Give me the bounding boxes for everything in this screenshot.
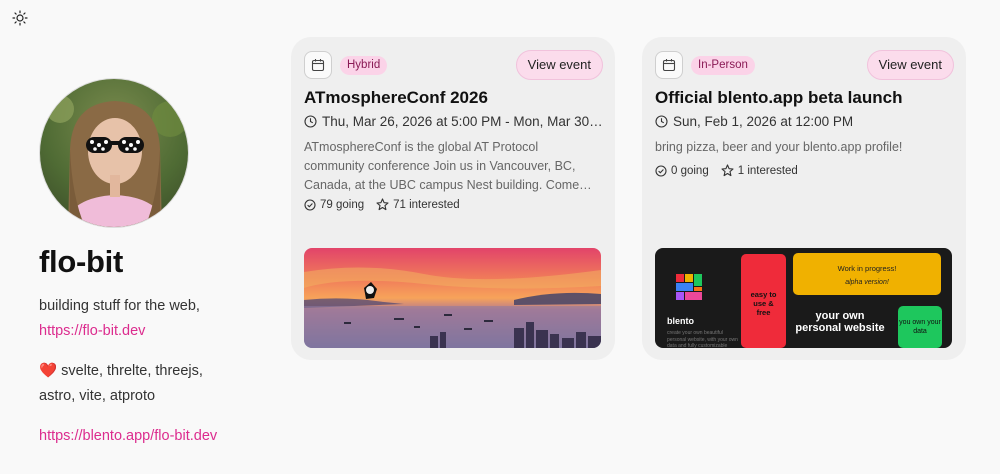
tile-text: use & xyxy=(753,299,774,308)
event-date-row: Sun, Feb 1, 2026 at 12:00 PM xyxy=(655,114,955,129)
website-link[interactable]: https://flo-bit.dev xyxy=(39,323,145,339)
bio-tech-text: svelte, threlte, threejs, astro, vite, a… xyxy=(39,363,203,404)
sun-icon[interactable] xyxy=(12,10,28,26)
interested-label: 71 interested xyxy=(393,198,460,211)
event-cover-image xyxy=(304,248,601,348)
tile-subtitle: alpha version! xyxy=(845,279,889,286)
profile-bio: building stuff for the web, https://flo-… xyxy=(39,294,229,449)
clock-icon xyxy=(304,115,317,128)
star-icon xyxy=(376,198,389,211)
view-event-button[interactable]: View event xyxy=(866,50,954,80)
blento-preview: blento create your own beautiful persona… xyxy=(655,248,952,348)
event-date: Sun, Feb 1, 2026 at 12:00 PM xyxy=(673,114,854,129)
interested-count: 1 interested xyxy=(721,164,798,177)
tile-title: Work in progress! xyxy=(837,264,897,273)
check-circle-icon xyxy=(655,164,667,177)
event-title: ATmosphereConf 2026 xyxy=(304,88,488,107)
star-icon xyxy=(721,164,734,177)
event-type-badge: Hybrid xyxy=(340,56,388,75)
blento-logo xyxy=(676,274,702,305)
event-card[interactable]: In-Person View event Official blento.app… xyxy=(642,37,966,360)
event-date-row: Thu, Mar 26, 2026 at 5:00 PM - Mon, Mar … xyxy=(304,114,604,129)
going-label: 0 going xyxy=(671,164,709,177)
event-cover-image: blento create your own beautiful persona… xyxy=(655,248,952,348)
event-card[interactable]: Hybrid View event ATmosphereConf 2026 Th… xyxy=(291,37,615,360)
event-description: bring pizza, beer and your blento.app pr… xyxy=(655,140,903,154)
calendar-icon xyxy=(655,51,683,79)
event-description: ATmosphereConf is the global AT Protocol… xyxy=(304,140,580,192)
feature-tile-green: you own your data xyxy=(898,306,942,348)
going-label: 79 going xyxy=(320,198,365,211)
blento-tagline: create your own beautiful personal websi… xyxy=(667,330,738,348)
blento-name: blento xyxy=(667,316,694,326)
tile-text: free xyxy=(756,308,771,317)
calendar-icon xyxy=(304,51,332,79)
bio-text: building stuff for the web, xyxy=(39,298,200,314)
view-event-button[interactable]: View event xyxy=(515,50,603,80)
going-count: 79 going xyxy=(304,199,364,211)
clock-icon xyxy=(655,115,668,128)
event-stats: 79 going 71 interested xyxy=(304,198,460,211)
blento-link[interactable]: https://blento.app/flo-bit.dev xyxy=(39,428,217,444)
event-date: Thu, Mar 26, 2026 at 5:00 PM - Mon, Mar … xyxy=(322,114,604,129)
avatar xyxy=(39,78,189,228)
tile-text: easy to xyxy=(750,290,777,299)
feature-tile-website: your own personal website xyxy=(795,310,885,334)
feature-tile-yellow: Work in progress! alpha version! xyxy=(793,253,941,295)
profile-name: flo-bit xyxy=(39,244,123,279)
feature-tile-red: easy to use & free xyxy=(741,254,786,348)
profile-section: flo-bit building stuff for the web, http… xyxy=(39,78,229,465)
event-title: Official blento.app beta launch xyxy=(655,88,903,107)
heart-icon: ❤️ xyxy=(39,363,58,379)
event-type-badge: In-Person xyxy=(691,56,755,75)
event-stats: 0 going 1 interested xyxy=(655,164,798,177)
interested-label: 1 interested xyxy=(737,164,798,177)
check-circle-icon xyxy=(304,198,316,211)
interested-count: 71 interested xyxy=(376,198,460,211)
going-count: 0 going xyxy=(655,165,709,177)
